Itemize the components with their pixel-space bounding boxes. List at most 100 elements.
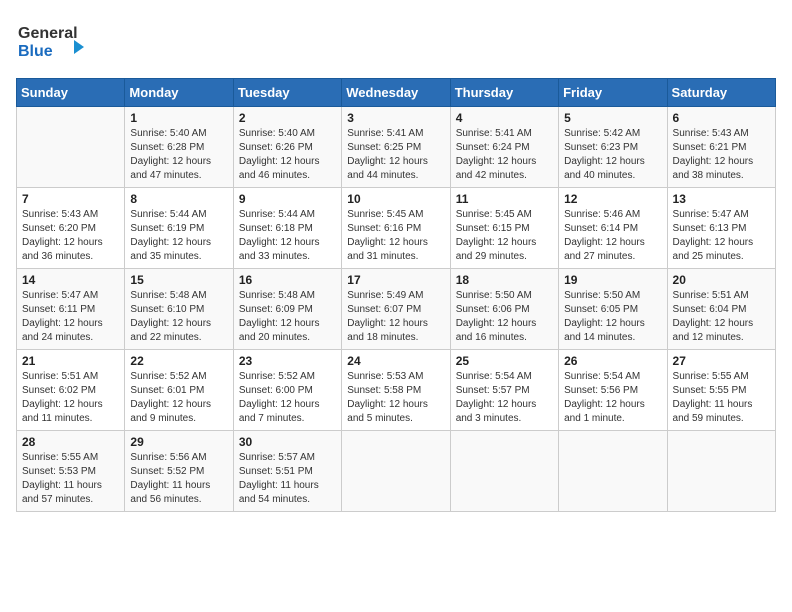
weekday-saturday: Saturday: [667, 79, 775, 107]
calendar-cell: 13 Sunrise: 5:47 AMSunset: 6:13 PMDayligh…: [667, 188, 775, 269]
day-info: Sunrise: 5:55 AMSunset: 5:53 PMDaylight:…: [22, 451, 119, 507]
weekday-sunday: Sunday: [17, 79, 125, 107]
day-info: Sunrise: 5:41 AMSunset: 6:24 PMDaylight:…: [456, 127, 553, 183]
calendar-cell: 28 Sunrise: 5:55 AMSunset: 5:53 PMDayligh…: [17, 431, 125, 512]
day-info: Sunrise: 5:49 AMSunset: 6:07 PMDaylight:…: [347, 289, 444, 345]
day-number: 25: [456, 354, 553, 368]
day-info: Sunrise: 5:47 AMSunset: 6:13 PMDaylight:…: [673, 208, 770, 264]
day-number: 15: [130, 273, 227, 287]
calendar-cell: 1 Sunrise: 5:40 AMSunset: 6:28 PMDaylight…: [125, 107, 233, 188]
day-number: 6: [673, 111, 770, 125]
day-info: Sunrise: 5:53 AMSunset: 5:58 PMDaylight:…: [347, 370, 444, 426]
svg-text:General: General: [18, 25, 78, 42]
day-info: Sunrise: 5:54 AMSunset: 5:57 PMDaylight:…: [456, 370, 553, 426]
day-info: Sunrise: 5:48 AMSunset: 6:09 PMDaylight:…: [239, 289, 336, 345]
calendar-cell: 10Sunrise: 5:45 AMSunset: 6:16 PMDayligh…: [342, 188, 450, 269]
day-number: 27: [673, 354, 770, 368]
day-info: Sunrise: 5:45 AMSunset: 6:15 PMDaylight:…: [456, 208, 553, 264]
calendar-cell: 15 Sunrise: 5:48 AMSunset: 6:10 PMDayligh…: [125, 269, 233, 350]
day-number: 29: [130, 435, 227, 449]
calendar-cell: [342, 431, 450, 512]
weekday-monday: Monday: [125, 79, 233, 107]
calendar-cell: 20 Sunrise: 5:51 AMSunset: 6:04 PMDayligh…: [667, 269, 775, 350]
weekday-friday: Friday: [559, 79, 667, 107]
calendar-cell: 19 Sunrise: 5:50 AMSunset: 6:05 PMDayligh…: [559, 269, 667, 350]
day-info: Sunrise: 5:44 AMSunset: 6:18 PMDaylight:…: [239, 208, 336, 264]
calendar-cell: [450, 431, 558, 512]
day-number: 28: [22, 435, 119, 449]
day-number: 21: [22, 354, 119, 368]
day-number: 13: [673, 192, 770, 206]
calendar-body: 1 Sunrise: 5:40 AMSunset: 6:28 PMDaylight…: [17, 107, 776, 512]
day-number: 1: [130, 111, 227, 125]
calendar-cell: 8 Sunrise: 5:44 AMSunset: 6:19 PMDaylight…: [125, 188, 233, 269]
day-number: 20: [673, 273, 770, 287]
calendar-cell: 3 Sunrise: 5:41 AMSunset: 6:25 PMDaylight…: [342, 107, 450, 188]
calendar-cell: 25 Sunrise: 5:54 AMSunset: 5:57 PMDayligh…: [450, 350, 558, 431]
day-info: Sunrise: 5:51 AMSunset: 6:02 PMDaylight:…: [22, 370, 119, 426]
day-number: 12: [564, 192, 661, 206]
day-info: Sunrise: 5:40 AMSunset: 6:28 PMDaylight:…: [130, 127, 227, 183]
day-number: 8: [130, 192, 227, 206]
page-header: General Blue: [16, 16, 776, 66]
weekday-header-row: SundayMondayTuesdayWednesdayThursdayFrid…: [17, 79, 776, 107]
day-info: Sunrise: 5:45 AMSunset: 6:16 PMDaylight:…: [347, 208, 444, 264]
calendar-cell: 18 Sunrise: 5:50 AMSunset: 6:06 PMDayligh…: [450, 269, 558, 350]
calendar-cell: 12Sunrise: 5:46 AMSunset: 6:14 PMDayligh…: [559, 188, 667, 269]
calendar-week-0: 1 Sunrise: 5:40 AMSunset: 6:28 PMDaylight…: [17, 107, 776, 188]
calendar-cell: 2Sunrise: 5:40 AMSunset: 6:26 PMDaylight…: [233, 107, 341, 188]
day-number: 17: [347, 273, 444, 287]
day-info: Sunrise: 5:50 AMSunset: 6:05 PMDaylight:…: [564, 289, 661, 345]
day-number: 9: [239, 192, 336, 206]
calendar-cell: 6Sunrise: 5:43 AMSunset: 6:21 PMDaylight…: [667, 107, 775, 188]
calendar-cell: 22Sunrise: 5:52 AMSunset: 6:01 PMDayligh…: [125, 350, 233, 431]
day-number: 5: [564, 111, 661, 125]
day-info: Sunrise: 5:51 AMSunset: 6:04 PMDaylight:…: [673, 289, 770, 345]
calendar-cell: 7Sunrise: 5:43 AMSunset: 6:20 PMDaylight…: [17, 188, 125, 269]
day-info: Sunrise: 5:55 AMSunset: 5:55 PMDaylight:…: [673, 370, 770, 426]
calendar-cell: 21 Sunrise: 5:51 AMSunset: 6:02 PMDayligh…: [17, 350, 125, 431]
calendar-table: SundayMondayTuesdayWednesdayThursdayFrid…: [16, 78, 776, 512]
day-info: Sunrise: 5:50 AMSunset: 6:06 PMDaylight:…: [456, 289, 553, 345]
day-info: Sunrise: 5:44 AMSunset: 6:19 PMDaylight:…: [130, 208, 227, 264]
day-number: 4: [456, 111, 553, 125]
calendar-cell: 17 Sunrise: 5:49 AMSunset: 6:07 PMDayligh…: [342, 269, 450, 350]
calendar-cell: [17, 107, 125, 188]
weekday-thursday: Thursday: [450, 79, 558, 107]
day-number: 22: [130, 354, 227, 368]
calendar-cell: [559, 431, 667, 512]
calendar-cell: 14 Sunrise: 5:47 AMSunset: 6:11 PMDayligh…: [17, 269, 125, 350]
calendar-cell: 9 Sunrise: 5:44 AMSunset: 6:18 PMDaylight…: [233, 188, 341, 269]
day-info: Sunrise: 5:42 AMSunset: 6:23 PMDaylight:…: [564, 127, 661, 183]
calendar-week-4: 28 Sunrise: 5:55 AMSunset: 5:53 PMDayligh…: [17, 431, 776, 512]
calendar-week-1: 7Sunrise: 5:43 AMSunset: 6:20 PMDaylight…: [17, 188, 776, 269]
day-number: 19: [564, 273, 661, 287]
day-info: Sunrise: 5:48 AMSunset: 6:10 PMDaylight:…: [130, 289, 227, 345]
day-number: 30: [239, 435, 336, 449]
calendar-cell: 24 Sunrise: 5:53 AMSunset: 5:58 PMDayligh…: [342, 350, 450, 431]
calendar-cell: 23Sunrise: 5:52 AMSunset: 6:00 PMDayligh…: [233, 350, 341, 431]
calendar-cell: 4 Sunrise: 5:41 AMSunset: 6:24 PMDaylight…: [450, 107, 558, 188]
day-number: 3: [347, 111, 444, 125]
calendar-cell: 11Sunrise: 5:45 AMSunset: 6:15 PMDayligh…: [450, 188, 558, 269]
day-number: 18: [456, 273, 553, 287]
svg-text:Blue: Blue: [18, 43, 53, 60]
day-number: 26: [564, 354, 661, 368]
calendar-cell: 30Sunrise: 5:57 AMSunset: 5:51 PMDayligh…: [233, 431, 341, 512]
day-info: Sunrise: 5:52 AMSunset: 6:00 PMDaylight:…: [239, 370, 336, 426]
calendar-week-3: 21 Sunrise: 5:51 AMSunset: 6:02 PMDayligh…: [17, 350, 776, 431]
day-number: 16: [239, 273, 336, 287]
day-number: 24: [347, 354, 444, 368]
logo: General Blue: [16, 16, 88, 66]
day-info: Sunrise: 5:41 AMSunset: 6:25 PMDaylight:…: [347, 127, 444, 183]
calendar-cell: 29 Sunrise: 5:56 AMSunset: 5:52 PMDayligh…: [125, 431, 233, 512]
day-number: 7: [22, 192, 119, 206]
calendar-week-2: 14 Sunrise: 5:47 AMSunset: 6:11 PMDayligh…: [17, 269, 776, 350]
weekday-tuesday: Tuesday: [233, 79, 341, 107]
day-number: 2: [239, 111, 336, 125]
day-info: Sunrise: 5:56 AMSunset: 5:52 PMDaylight:…: [130, 451, 227, 507]
day-info: Sunrise: 5:47 AMSunset: 6:11 PMDaylight:…: [22, 289, 119, 345]
weekday-wednesday: Wednesday: [342, 79, 450, 107]
day-info: Sunrise: 5:54 AMSunset: 5:56 PMDaylight:…: [564, 370, 661, 426]
day-number: 14: [22, 273, 119, 287]
